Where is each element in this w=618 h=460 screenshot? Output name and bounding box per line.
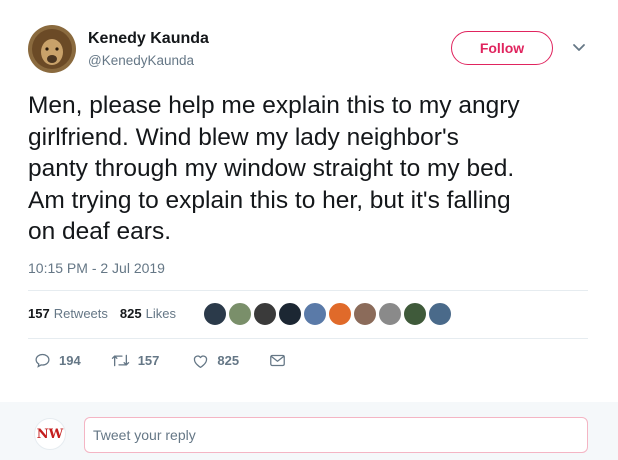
liker-avatar[interactable] bbox=[403, 302, 427, 326]
like-count: 825 bbox=[217, 353, 240, 368]
liker-avatar[interactable] bbox=[353, 302, 377, 326]
retweet-button[interactable]: 157 bbox=[111, 352, 160, 369]
author-handle[interactable]: @KenedyKaunda bbox=[88, 53, 194, 68]
author-avatar[interactable] bbox=[28, 25, 76, 73]
retweet-icon bbox=[111, 354, 129, 367]
tweet-card: Kenedy Kaunda @KenedyKaunda Follow Men, … bbox=[0, 0, 618, 402]
author-name[interactable]: Kenedy Kaunda bbox=[88, 30, 209, 48]
liker-avatar[interactable] bbox=[328, 302, 352, 326]
like-button[interactable]: 825 bbox=[192, 353, 239, 369]
retweets-stat[interactable]: 157 Retweets bbox=[28, 306, 108, 321]
chevron-down-icon[interactable] bbox=[569, 40, 589, 56]
tweet-line: Men, please help me explain this to my a… bbox=[28, 92, 520, 119]
tweet-line: Am trying to explain this to her, but it… bbox=[28, 186, 511, 214]
direct-message-button[interactable] bbox=[269, 353, 294, 368]
divider bbox=[28, 338, 588, 339]
tweet-actions: 194 157 825 bbox=[28, 352, 294, 369]
reply-button[interactable]: 194 bbox=[34, 352, 81, 369]
tweet-line: girlfriend. Wind blew my lady neighbor's bbox=[28, 123, 459, 151]
retweets-label: Retweets bbox=[53, 306, 108, 321]
retweets-count: 157 bbox=[28, 306, 50, 321]
liker-avatar[interactable] bbox=[228, 302, 252, 326]
reply-avatar[interactable]: NW bbox=[34, 418, 66, 450]
tweet-text: Men, please help me explain this to my a… bbox=[28, 90, 603, 248]
likes-label: Likes bbox=[145, 306, 176, 321]
liker-avatar[interactable] bbox=[253, 302, 277, 326]
engagement-stats: 157 Retweets 825 Likes bbox=[28, 306, 176, 321]
reply-icon bbox=[35, 353, 50, 368]
liker-avatar[interactable] bbox=[428, 302, 452, 326]
reply-bar: NW bbox=[0, 402, 618, 460]
liker-avatar[interactable] bbox=[203, 302, 227, 326]
tweet-line: on deaf ears. bbox=[28, 218, 172, 245]
reply-input[interactable] bbox=[84, 417, 588, 453]
likes-stat[interactable]: 825 Likes bbox=[120, 306, 176, 321]
liker-avatar[interactable] bbox=[378, 302, 402, 326]
heart-icon bbox=[194, 354, 208, 368]
liker-avatar[interactable] bbox=[303, 302, 327, 326]
tweet-line: panty through my window straight to my b… bbox=[28, 155, 515, 182]
envelope-icon bbox=[270, 354, 285, 367]
reply-count: 194 bbox=[59, 353, 81, 368]
retweet-count: 157 bbox=[137, 353, 160, 368]
liker-avatars bbox=[203, 302, 453, 326]
tweet-timestamp[interactable]: 10:15 PM - 2 Jul 2019 bbox=[28, 260, 165, 276]
likes-count: 825 bbox=[119, 306, 142, 321]
follow-button[interactable]: Follow bbox=[451, 31, 553, 65]
divider bbox=[28, 290, 588, 291]
liker-avatar[interactable] bbox=[278, 302, 302, 326]
